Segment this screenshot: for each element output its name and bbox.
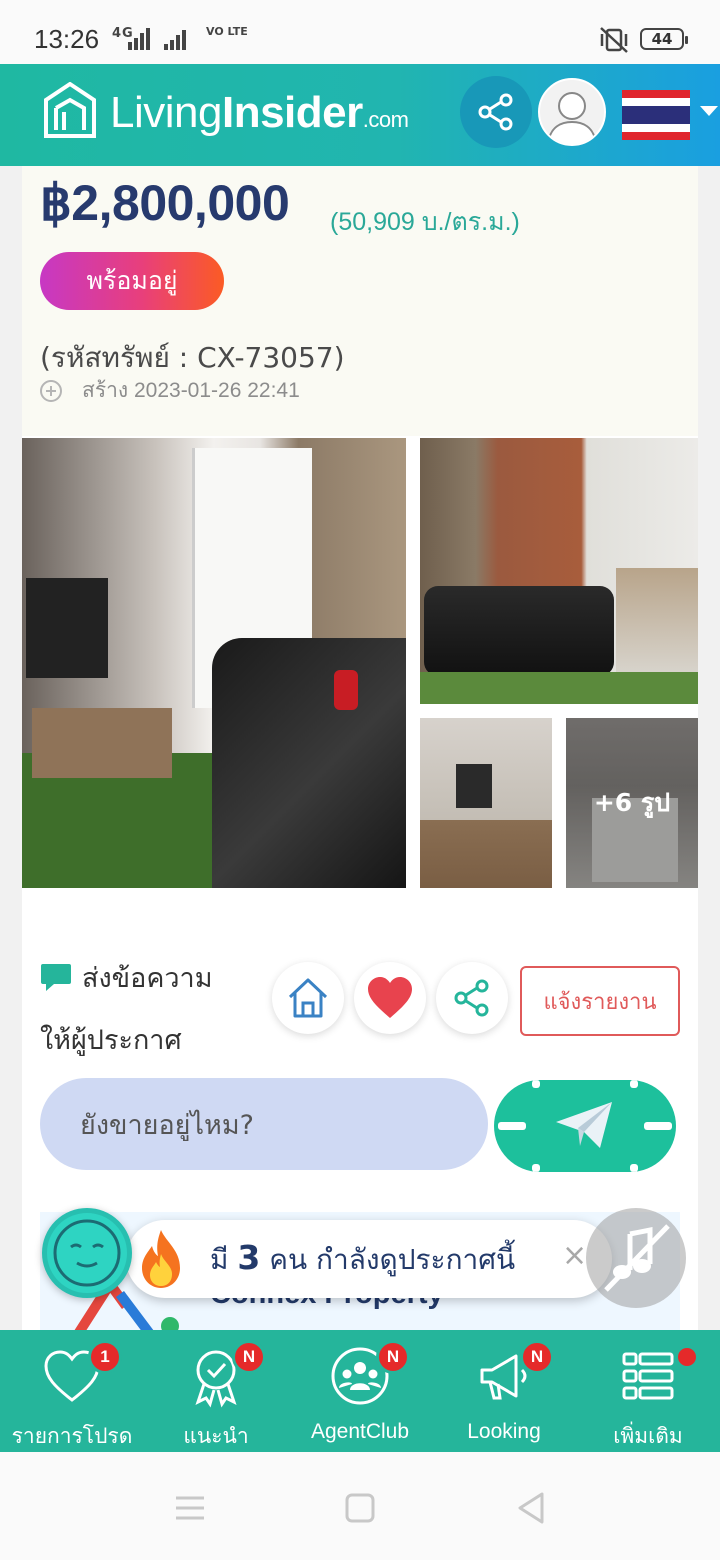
photo-detail (32, 708, 172, 778)
user-icon (547, 92, 597, 144)
nav-badge: N (232, 1340, 266, 1374)
logo-icon[interactable] (44, 82, 96, 142)
share-icon (454, 979, 489, 1017)
message-input[interactable]: ยังขายอยู่ไหม? (40, 1078, 488, 1170)
report-button[interactable]: แจ้งรายงาน (520, 966, 680, 1036)
decor-dash (532, 1164, 540, 1172)
photo-detail (26, 578, 108, 678)
photo-main[interactable] (22, 438, 406, 888)
nav-item-favorites[interactable]: 1 รายการโปรด (0, 1330, 144, 1452)
chatbot-button[interactable] (42, 1208, 132, 1298)
decor-dash (630, 1080, 638, 1088)
chat-icon (41, 964, 71, 991)
share-button[interactable] (436, 962, 508, 1034)
listing-card: ฿2,800,000 (50,909 บ./ตร.ม.) พร้อมอยู่ (… (22, 166, 698, 1330)
nav-label: แนะนำ (183, 1425, 249, 1448)
created-row: สร้าง 2023-01-26 22:41 (40, 374, 300, 407)
heart-icon (368, 977, 412, 1018)
nav-label: Looking (467, 1420, 541, 1443)
status-bar: 13:26 4G VO LTE 44 (0, 0, 720, 64)
nav-item-looking[interactable]: N Looking (432, 1330, 576, 1452)
photo-detail (456, 764, 492, 808)
share-icon (478, 93, 513, 131)
viewer-count-text: มี 3 คน กำลังดูประกาศนี้ (210, 1238, 515, 1282)
brand-domain: .com (362, 107, 409, 132)
signal-icon (164, 28, 186, 50)
recent-apps-icon[interactable] (170, 1488, 210, 1528)
bottom-nav: 1 รายการโปรด N แนะนำ N AgentClub N Looki… (0, 1330, 720, 1452)
status-badge: พร้อมอยู่ (40, 252, 224, 310)
listing-price: ฿2,800,000 (40, 175, 290, 231)
nav-label: รายการโปรด (11, 1425, 133, 1448)
brand-light: Living (110, 88, 222, 137)
nav-item-agentclub[interactable]: N AgentClub (288, 1330, 432, 1452)
send-button[interactable] (494, 1080, 676, 1172)
app-header: LivingInsider.com (0, 64, 720, 166)
viewer-suffix: คน กำลังดูประกาศนี้ (269, 1243, 516, 1276)
photo-detail (212, 638, 406, 888)
created-date: สร้าง 2023-01-26 22:41 (82, 379, 300, 402)
nav-item-recommended[interactable]: N แนะนำ (144, 1330, 288, 1452)
close-icon[interactable]: × (562, 1238, 587, 1273)
signal-icon (128, 28, 150, 50)
decor-dash (630, 1164, 638, 1172)
photo-secondary[interactable] (420, 438, 698, 704)
nav-label: AgentClub (310, 1420, 410, 1443)
brand-bold: Insider (221, 88, 363, 137)
photo-detail (424, 586, 614, 676)
price-section: ฿2,800,000 (50,909 บ./ตร.ม.) พร้อมอยู่ (… (22, 166, 698, 436)
brand-logo-text[interactable]: LivingInsider.com (110, 88, 409, 138)
sound-off-icon (604, 1224, 670, 1292)
photo-thumbnail[interactable] (420, 718, 552, 888)
header-share-button[interactable] (460, 76, 532, 148)
nav-badge: N (376, 1340, 410, 1374)
favorite-button[interactable] (354, 962, 426, 1034)
nav-badge: N (520, 1340, 554, 1374)
nav-badge: 1 (88, 1340, 122, 1374)
battery-icon: 44 (640, 28, 688, 50)
notification-dot (678, 1348, 696, 1366)
message-title: ส่งข้อความ (82, 963, 213, 994)
send-icon (556, 1102, 612, 1148)
volte-icon: VO LTE (206, 25, 248, 38)
menu-list-icon (622, 1352, 674, 1400)
nav-label: เพิ่มเติม (613, 1425, 683, 1448)
photo-thumbnail-more[interactable]: +6 รูป (566, 718, 698, 888)
message-subtitle: ให้ผู้ประกาศ (40, 1025, 182, 1056)
vibrate-mute-icon (600, 27, 628, 53)
photo-detail (616, 568, 698, 678)
thailand-flag-icon[interactable] (622, 90, 690, 140)
user-avatar[interactable] (538, 78, 606, 146)
system-nav-bar (0, 1452, 720, 1560)
plus-circle-icon (40, 379, 62, 402)
viewer-toast: มี 3 คน กำลังดูประกาศนี้ × (126, 1220, 612, 1298)
decor-dash (498, 1122, 526, 1130)
price-per-sqm: (50,909 บ./ตร.ม.) (330, 208, 520, 236)
back-icon[interactable] (512, 1488, 552, 1528)
more-photos-count: +6 รูป (566, 718, 698, 888)
decor-dash (532, 1080, 540, 1088)
decor-dash (644, 1122, 672, 1130)
chevron-down-icon[interactable] (700, 106, 718, 116)
home-nav-icon[interactable] (340, 1488, 380, 1528)
home-icon (288, 978, 328, 1018)
smiley-icon (53, 1219, 121, 1287)
viewer-prefix: มี (210, 1243, 229, 1276)
viewer-count: 3 (237, 1238, 261, 1277)
sound-toggle-button[interactable] (586, 1208, 686, 1308)
nav-item-more[interactable]: เพิ่มเติม (576, 1330, 720, 1452)
status-time: 13:26 (34, 24, 100, 54)
photo-detail (420, 672, 698, 704)
photo-detail (334, 670, 358, 710)
home-button[interactable] (272, 962, 344, 1034)
fire-icon (142, 1230, 180, 1288)
